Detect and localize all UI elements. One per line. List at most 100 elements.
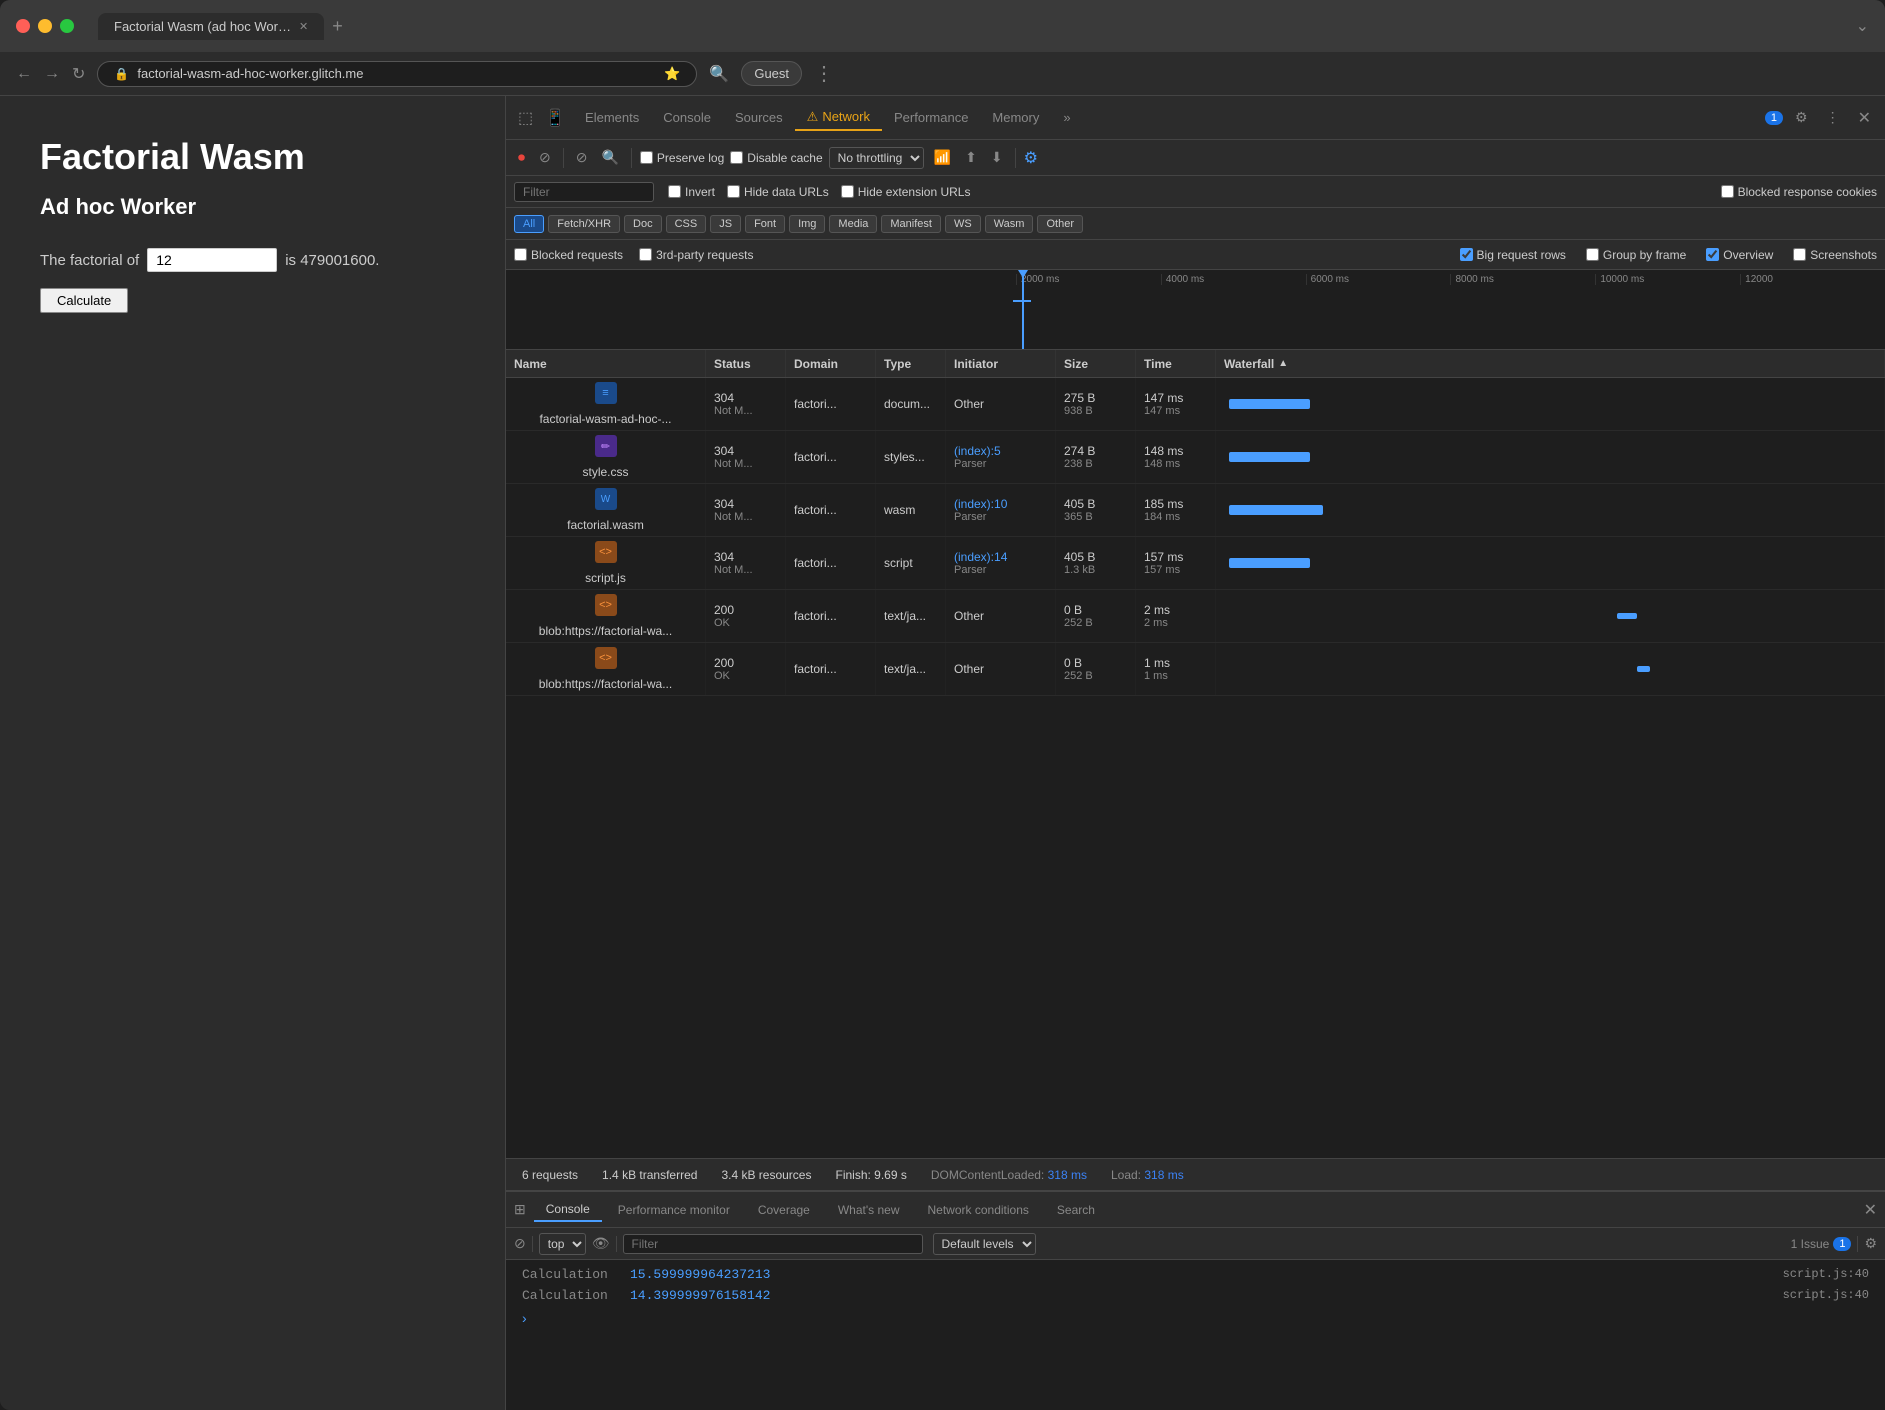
console-panels-icon[interactable]: ⊞ bbox=[514, 1201, 526, 1218]
invert-checkbox[interactable] bbox=[668, 185, 681, 198]
th-status[interactable]: Status bbox=[706, 350, 786, 377]
table-row[interactable]: W factorial.wasm 304 Not M... factori...… bbox=[506, 484, 1885, 537]
context-select[interactable]: top bbox=[539, 1233, 586, 1255]
initiator-link-3[interactable]: (index):10 bbox=[954, 497, 1047, 511]
invert-cb-label[interactable]: Invert bbox=[668, 185, 715, 199]
overview-label[interactable]: Overview bbox=[1706, 248, 1773, 262]
filter-input[interactable] bbox=[514, 182, 654, 202]
filter-css-btn[interactable]: CSS bbox=[666, 215, 707, 233]
console-prompt[interactable]: › bbox=[506, 1306, 1885, 1330]
table-row[interactable]: <> blob:https://factorial-wa... 200 OK f… bbox=[506, 590, 1885, 643]
throttle-select[interactable]: No throttling bbox=[829, 147, 924, 169]
maximize-traffic-light[interactable] bbox=[60, 19, 74, 33]
log-levels-select[interactable]: Default levels bbox=[933, 1233, 1036, 1255]
devtools-settings-btn[interactable]: ⚙ bbox=[1789, 105, 1814, 130]
tab-more[interactable]: » bbox=[1051, 106, 1082, 129]
big-rows-label[interactable]: Big request rows bbox=[1460, 248, 1566, 262]
devtools-close-btn[interactable]: ✕ bbox=[1852, 104, 1877, 132]
preserve-log-label[interactable]: Preserve log bbox=[640, 151, 724, 165]
filter-font-btn[interactable]: Font bbox=[745, 215, 785, 233]
th-initiator[interactable]: Initiator bbox=[946, 350, 1056, 377]
browser-tab[interactable]: Factorial Wasm (ad hoc Wor… ✕ bbox=[98, 13, 324, 40]
screenshots-label[interactable]: Screenshots bbox=[1793, 248, 1877, 262]
tab-performance[interactable]: Performance bbox=[882, 106, 980, 129]
network-conditions-btn[interactable]: 📶 bbox=[930, 147, 955, 168]
search-tab[interactable]: Search bbox=[1045, 1199, 1107, 1221]
th-type[interactable]: Type bbox=[876, 350, 946, 377]
more-menu-btn[interactable]: ⋮ bbox=[814, 61, 834, 86]
blocked-requests-checkbox[interactable] bbox=[514, 248, 527, 261]
console-ban-icon[interactable]: ⊘ bbox=[514, 1235, 526, 1252]
table-row[interactable]: ≡ factorial-wasm-ad-hoc-... 304 Not M...… bbox=[506, 378, 1885, 431]
filter-all-btn[interactable]: All bbox=[514, 215, 544, 233]
console-eye-icon[interactable]: 👁 bbox=[592, 1235, 610, 1252]
th-waterfall[interactable]: Waterfall ▲ bbox=[1216, 350, 1885, 377]
third-party-label[interactable]: 3rd-party requests bbox=[639, 248, 753, 262]
table-row[interactable]: ✏ style.css 304 Not M... factori... styl… bbox=[506, 431, 1885, 484]
console-filter-input[interactable] bbox=[623, 1234, 923, 1254]
tab-sources[interactable]: Sources bbox=[723, 106, 795, 129]
th-time[interactable]: Time bbox=[1136, 350, 1216, 377]
close-traffic-light[interactable] bbox=[16, 19, 30, 33]
coverage-tab[interactable]: Coverage bbox=[746, 1199, 822, 1221]
filter-wasm-btn[interactable]: Wasm bbox=[985, 215, 1034, 233]
new-tab-btn[interactable]: + bbox=[332, 16, 343, 37]
blocked-cookies-cb-label[interactable]: Blocked response cookies bbox=[1721, 185, 1877, 199]
filter-doc-btn[interactable]: Doc bbox=[624, 215, 662, 233]
profile-btn[interactable]: Guest bbox=[741, 61, 802, 86]
screenshots-checkbox[interactable] bbox=[1793, 248, 1806, 261]
group-frame-label[interactable]: Group by frame bbox=[1586, 248, 1686, 262]
console-link-1[interactable]: script.js:40 bbox=[1783, 1267, 1869, 1281]
filter-manifest-btn[interactable]: Manifest bbox=[881, 215, 941, 233]
hide-ext-urls-label[interactable]: Hide extension URLs bbox=[841, 185, 971, 199]
search-network-btn[interactable]: 🔍 bbox=[597, 147, 622, 168]
clear-btn[interactable]: ⊘ bbox=[535, 147, 555, 168]
th-name[interactable]: Name bbox=[506, 350, 706, 377]
devtools-more-btn[interactable]: ⋮ bbox=[1820, 105, 1846, 130]
tab-network[interactable]: ⚠ Network bbox=[795, 105, 882, 131]
disable-cache-checkbox[interactable] bbox=[730, 151, 743, 164]
import-har-btn[interactable]: ⬆ bbox=[961, 147, 981, 168]
network-conditions-tab[interactable]: Network conditions bbox=[916, 1199, 1041, 1221]
overview-checkbox[interactable] bbox=[1706, 248, 1719, 261]
console-settings-icon[interactable]: ⚙ bbox=[1864, 1235, 1877, 1252]
table-row[interactable]: <> script.js 304 Not M... factori... scr… bbox=[506, 537, 1885, 590]
performance-monitor-tab[interactable]: Performance monitor bbox=[606, 1199, 742, 1221]
tab-elements[interactable]: Elements bbox=[573, 106, 651, 129]
address-bar[interactable]: 🔒 factorial-wasm-ad-hoc-worker.glitch.me… bbox=[97, 61, 697, 87]
preserve-log-checkbox[interactable] bbox=[640, 151, 653, 164]
filter-fetchxhr-btn[interactable]: Fetch/XHR bbox=[548, 215, 620, 233]
calculate-button[interactable]: Calculate bbox=[40, 288, 128, 313]
forward-btn[interactable]: → bbox=[44, 65, 60, 83]
tab-expand-btn[interactable]: ⌄ bbox=[1856, 16, 1869, 36]
blocked-cookies-checkbox[interactable] bbox=[1721, 185, 1734, 198]
filter-img-btn[interactable]: Img bbox=[789, 215, 825, 233]
tab-console[interactable]: Console bbox=[651, 106, 723, 129]
whats-new-tab[interactable]: What's new bbox=[826, 1199, 912, 1221]
th-size[interactable]: Size bbox=[1056, 350, 1136, 377]
device-toolbar-icon[interactable]: 📱 bbox=[541, 104, 569, 132]
filter-media-btn[interactable]: Media bbox=[829, 215, 877, 233]
table-row[interactable]: <> blob:https://factorial-wa... 200 OK f… bbox=[506, 643, 1885, 696]
back-btn[interactable]: ← bbox=[16, 65, 32, 83]
factorial-input[interactable] bbox=[147, 248, 277, 272]
filter-other-btn[interactable]: Other bbox=[1037, 215, 1083, 233]
group-frame-checkbox[interactable] bbox=[1586, 248, 1599, 261]
big-rows-checkbox[interactable] bbox=[1460, 248, 1473, 261]
hide-data-urls-label[interactable]: Hide data URLs bbox=[727, 185, 829, 199]
tab-memory[interactable]: Memory bbox=[980, 106, 1051, 129]
third-party-checkbox[interactable] bbox=[639, 248, 652, 261]
record-btn[interactable]: ⏺ bbox=[514, 147, 529, 168]
network-settings-icon[interactable]: ⚙ bbox=[1024, 148, 1038, 168]
initiator-link-2[interactable]: (index):5 bbox=[954, 444, 1047, 458]
filter-ws-btn[interactable]: WS bbox=[945, 215, 981, 233]
blocked-requests-label[interactable]: Blocked requests bbox=[514, 248, 623, 262]
console-link-2[interactable]: script.js:40 bbox=[1783, 1288, 1869, 1302]
console-tab[interactable]: Console bbox=[534, 1198, 602, 1222]
initiator-link-4[interactable]: (index):14 bbox=[954, 550, 1047, 564]
console-close-btn[interactable]: ✕ bbox=[1864, 1200, 1877, 1220]
inspect-element-icon[interactable]: ⬚ bbox=[514, 104, 537, 132]
filter-js-btn[interactable]: JS bbox=[710, 215, 741, 233]
hide-data-urls-checkbox[interactable] bbox=[727, 185, 740, 198]
disable-cache-label[interactable]: Disable cache bbox=[730, 151, 822, 165]
